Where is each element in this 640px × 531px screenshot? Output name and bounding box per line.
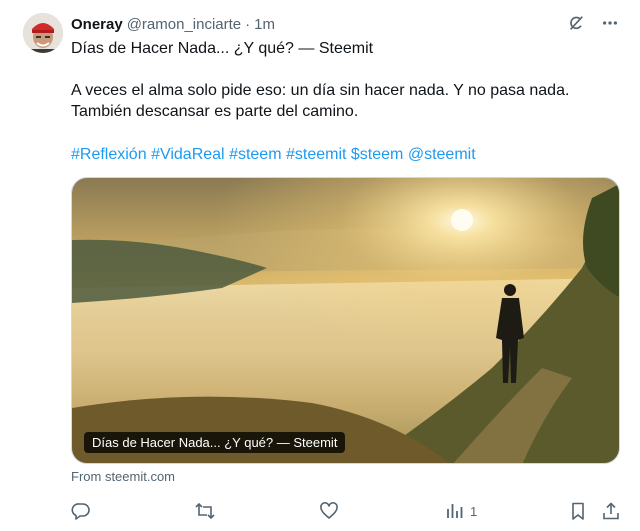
like-button[interactable] bbox=[319, 500, 339, 522]
cashtag-steem[interactable]: $steem bbox=[351, 146, 403, 163]
card-title: Días de Hacer Nada... ¿Y qué? — Steemit bbox=[84, 432, 346, 453]
views-icon bbox=[444, 501, 464, 521]
avatar[interactable] bbox=[23, 13, 63, 53]
hashtag-vidareal[interactable]: #VidaReal bbox=[151, 146, 225, 163]
tweet: Oneray @ramon_inciarte · 1m Días de Hace… bbox=[0, 0, 640, 531]
separator-dot: · bbox=[245, 15, 251, 33]
card-source[interactable]: From steemit.com bbox=[71, 469, 175, 484]
author-handle[interactable]: @ramon_inciarte bbox=[127, 16, 241, 33]
grok-icon[interactable] bbox=[566, 13, 586, 33]
bookmark-icon bbox=[568, 501, 588, 521]
hashtag-steem[interactable]: #steem bbox=[229, 146, 281, 163]
share-icon bbox=[601, 501, 621, 521]
reply-button[interactable] bbox=[71, 500, 91, 522]
views-button[interactable]: 1 bbox=[444, 500, 477, 522]
link-card[interactable]: Días de Hacer Nada... ¿Y qué? — Steemit bbox=[71, 177, 620, 464]
mention-steemit[interactable]: @steemit bbox=[408, 146, 476, 163]
card-image bbox=[72, 178, 619, 463]
share-button[interactable] bbox=[601, 500, 621, 522]
post-title-line: Días de Hacer Nada... ¿Y qué? — Steemit bbox=[71, 40, 374, 57]
views-count: 1 bbox=[470, 503, 478, 519]
post-body-line-2: También descansar es parte del camino. bbox=[71, 103, 359, 120]
retweet-icon bbox=[194, 501, 216, 521]
reply-icon bbox=[71, 501, 91, 521]
retweet-button[interactable] bbox=[194, 500, 216, 522]
timestamp[interactable]: 1m bbox=[254, 16, 275, 33]
top-actions bbox=[566, 13, 620, 33]
author-name[interactable]: Oneray bbox=[71, 16, 123, 33]
tweet-header: Oneray @ramon_inciarte · 1m bbox=[71, 13, 275, 35]
more-icon[interactable] bbox=[600, 13, 620, 33]
like-icon bbox=[319, 501, 339, 521]
post-body-line-1: A veces el alma solo pide eso: un día si… bbox=[71, 82, 570, 99]
bookmark-button[interactable] bbox=[568, 500, 588, 522]
action-bar: 1 bbox=[71, 500, 620, 522]
hashtag-steemit[interactable]: #steemit bbox=[286, 146, 346, 163]
hashtag-reflexion[interactable]: #Reflexión bbox=[71, 146, 147, 163]
hashtags: #Reflexión #VidaReal #steem #steemit $st… bbox=[71, 144, 611, 165]
